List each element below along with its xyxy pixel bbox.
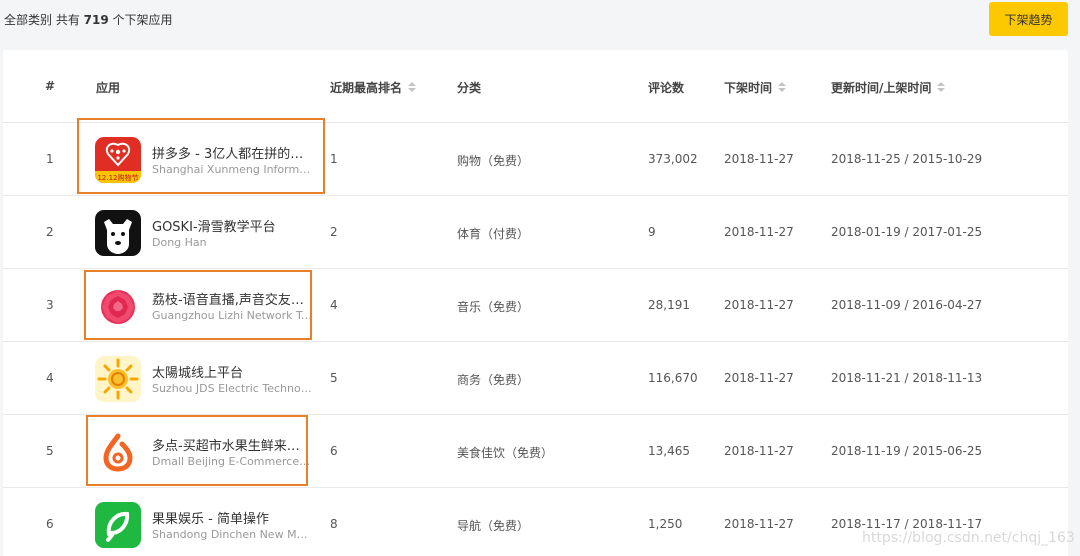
table-row[interactable]: 4 太陽城线上平台 Suzhou JDS Electric Technolo 5… — [3, 342, 1068, 415]
column-header-category: 分类 — [457, 81, 482, 95]
table-row[interactable]: 3 荔枝-语音直播,声音交友社区 Guangzhou Lizhi Network… — [3, 269, 1068, 342]
row-reviews: 9 — [648, 225, 656, 239]
row-index: 4 — [46, 371, 54, 385]
app-name[interactable]: 荔枝-语音直播,声音交友社区 — [152, 289, 312, 308]
app-name[interactable]: 拼多多 - 3亿人都在拼的购物App — [152, 143, 312, 162]
app-developer: Suzhou JDS Electric Technology Co., Ltd. — [152, 382, 312, 395]
icon-badge-text: 12.12购物节 — [97, 173, 138, 182]
watermark: https://blog.csdn.net/chqj_163 — [862, 530, 1075, 546]
summary-prefix: 全部类别 共有 — [4, 13, 84, 27]
row-reviews: 373,002 — [648, 152, 698, 166]
table-row[interactable]: 2 GOSKI-滑雪教学平台 Dong Han 2 体育（付费） 9 2018-… — [3, 196, 1068, 269]
table-row[interactable]: 5 多点-买超市水果生鲜来多点 Dmall Beijing E-Commerce… — [3, 415, 1068, 488]
row-category: 购物（免费） — [457, 154, 530, 168]
column-header-rank[interactable]: 近期最高排名 — [330, 79, 417, 96]
row-rank: 6 — [330, 444, 338, 458]
row-removed-date: 2018-11-27 — [724, 225, 794, 239]
sort-icon[interactable] — [937, 82, 946, 94]
column-header-updated-label: 更新时间/上架时间 — [831, 81, 932, 95]
row-index: 6 — [46, 517, 54, 531]
row-index: 5 — [46, 444, 54, 458]
bear-icon[interactable] — [95, 210, 141, 256]
row-category: 商务（免费） — [457, 373, 530, 387]
row-reviews: 1,250 — [648, 517, 683, 531]
column-header-index: # — [45, 79, 56, 93]
lychee-icon[interactable] — [95, 283, 141, 329]
row-updated: 2018-11-25 / 2015-10-29 — [831, 152, 983, 166]
column-header-updated[interactable]: 更新时间/上架时间 — [831, 79, 946, 96]
row-updated: 2018-11-17 / 2018-11-17 — [831, 517, 983, 531]
row-removed-date: 2018-11-27 — [724, 517, 794, 531]
column-header-removed-date-label: 下架时间 — [724, 81, 773, 95]
row-category: 体育（付费） — [457, 227, 530, 241]
sort-icon[interactable] — [778, 82, 787, 94]
row-category: 音乐（免费） — [457, 300, 530, 314]
sort-icon[interactable] — [408, 82, 417, 94]
row-removed-date: 2018-11-27 — [724, 298, 794, 312]
pinduoduo-icon[interactable]: 12.12购物节 — [95, 137, 141, 183]
row-index: 3 — [46, 298, 54, 312]
sun-icon[interactable] — [95, 356, 141, 402]
row-removed-date: 2018-11-27 — [724, 152, 794, 166]
row-reviews: 13,465 — [648, 444, 690, 458]
row-updated: 2018-11-21 / 2018-11-13 — [831, 371, 983, 385]
row-removed-date: 2018-11-27 — [724, 444, 794, 458]
row-category: 导航（免费） — [457, 519, 530, 533]
row-index: 1 — [46, 152, 54, 166]
removal-trend-button[interactable]: 下架趋势 — [989, 2, 1068, 36]
column-header-reviews: 评论数 — [648, 81, 685, 95]
row-rank: 1 — [330, 152, 338, 166]
app-name[interactable]: GOSKI-滑雪教学平台 — [152, 216, 312, 235]
row-rank: 4 — [330, 298, 338, 312]
column-header-app: 应用 — [96, 81, 121, 95]
summary-bar: 全部类别 共有 719 个下架应用 — [4, 11, 173, 28]
row-updated: 2018-11-09 / 2016-04-27 — [831, 298, 983, 312]
leaf-icon[interactable] — [95, 502, 141, 548]
summary-suffix: 个下架应用 — [108, 13, 173, 27]
app-developer: Dmall Beijing E-Commerce Co., Ltd. — [152, 455, 312, 468]
column-header-rank-label: 近期最高排名 — [330, 81, 403, 95]
row-updated: 2018-01-19 / 2017-01-25 — [831, 225, 983, 239]
table-row[interactable]: 1 12.12购物节 拼多多 - 3亿人都在拼的购物App Shanghai X… — [3, 123, 1068, 196]
app-developer: Dong Han — [152, 236, 207, 249]
row-category: 美食佳饮（免费） — [457, 446, 554, 460]
app-name[interactable]: 果果娱乐 - 简单操作 — [152, 508, 312, 527]
row-rank: 8 — [330, 517, 338, 531]
row-reviews: 28,191 — [648, 298, 690, 312]
app-name[interactable]: 太陽城线上平台 — [152, 362, 312, 381]
row-rank: 2 — [330, 225, 338, 239]
row-rank: 5 — [330, 371, 338, 385]
drop-icon[interactable] — [95, 429, 141, 475]
app-developer: Guangzhou Lizhi Network Technology Co., … — [152, 309, 312, 322]
column-header-removed-date[interactable]: 下架时间 — [724, 79, 787, 96]
table-header: # 应用 近期最高排名 分类 评论数 下架时间 更新时间/上架时间 — [3, 50, 1068, 123]
row-updated: 2018-11-19 / 2015-06-25 — [831, 444, 983, 458]
row-index: 2 — [46, 225, 54, 239]
summary-count: 719 — [83, 13, 109, 27]
row-removed-date: 2018-11-27 — [724, 371, 794, 385]
removed-apps-table: # 应用 近期最高排名 分类 评论数 下架时间 更新时间/上架时间 1 12.1… — [3, 50, 1068, 556]
app-name[interactable]: 多点-买超市水果生鲜来多点 — [152, 435, 312, 454]
app-developer: Shanghai Xunmeng Information Technology … — [152, 163, 312, 176]
row-reviews: 116,670 — [648, 371, 698, 385]
app-developer: Shandong Dinchen New Materials Co., Ltd. — [152, 528, 312, 541]
